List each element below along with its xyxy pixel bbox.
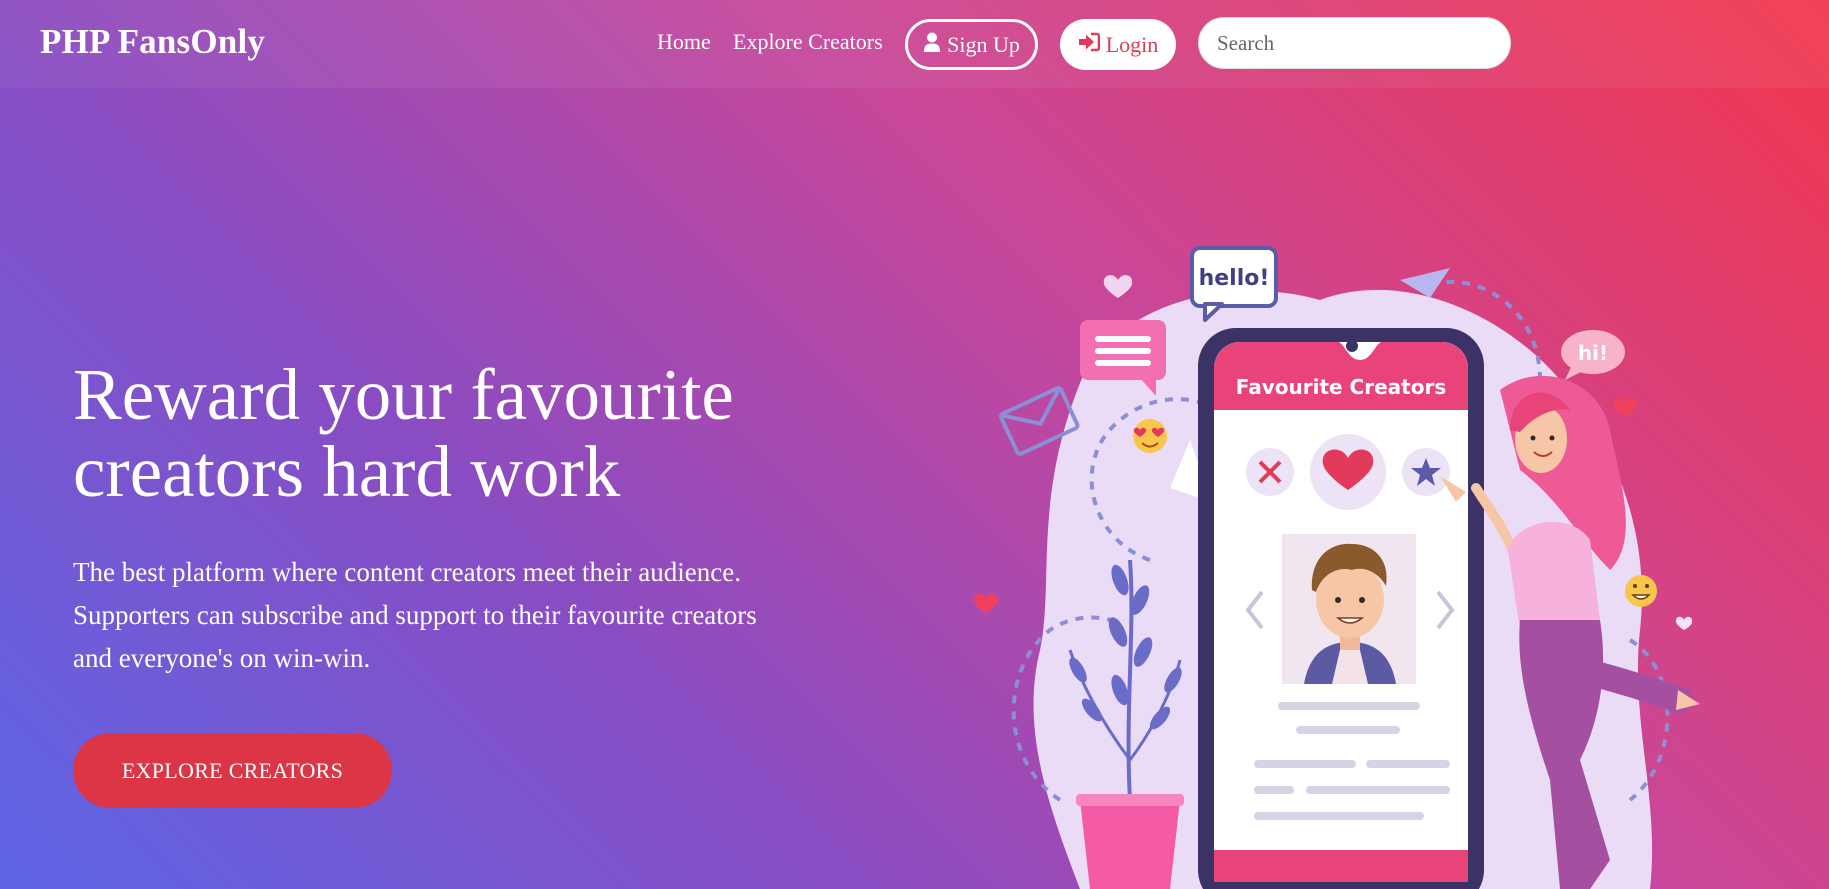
heart-icon [1612, 397, 1638, 417]
hero-subtitle-line-2: Supporters can subscribe and support to … [73, 600, 757, 630]
heart-icon [1675, 616, 1693, 630]
explore-creators-button[interactable]: EXPLORE CREATORS [73, 733, 392, 808]
hero-subtitle-line-3: and everyone's on win-win. [73, 643, 371, 673]
hero-title: Reward your favourite creators hard work [73, 356, 833, 510]
search-input[interactable] [1198, 17, 1511, 69]
hero-illustration-svg: hello! hi! Favourite Creators [973, 246, 1700, 889]
phone-header-title: Favourite Creators [1236, 375, 1446, 399]
creator-avatar [1282, 534, 1416, 684]
sign-in-icon [1078, 32, 1101, 58]
user-icon [923, 32, 941, 58]
nav-link-home[interactable]: Home [657, 29, 711, 55]
hero-title-line-2: creators hard work [73, 431, 621, 512]
login-button[interactable]: Login [1060, 19, 1176, 70]
hero-subtitle: The best platform where content creators… [73, 551, 923, 680]
hello-bubble-text: hello! [1199, 266, 1270, 291]
phone-illustration: Favourite Creators [1198, 328, 1484, 889]
hero-subtitle-line-1: The best platform where content creators… [73, 557, 741, 587]
heart-icon [1103, 275, 1133, 298]
hi-bubble: hi! [1561, 330, 1625, 380]
hi-bubble-text: hi! [1578, 341, 1608, 365]
signup-label: Sign Up [947, 31, 1020, 57]
heart-icon [973, 593, 999, 613]
star-icon [1402, 448, 1450, 496]
brand-logo[interactable]: PHP FansOnly [40, 22, 265, 62]
nav-link-explore-creators[interactable]: Explore Creators [733, 29, 883, 55]
smile-emoji-icon [1625, 575, 1657, 607]
navbar: PHP FansOnly Home Explore Creators Sign … [0, 0, 1829, 88]
heart-eyes-emoji-icon [1133, 419, 1167, 453]
dislike-icon [1246, 448, 1294, 496]
signup-button[interactable]: Sign Up [905, 19, 1038, 70]
hero-title-line-1: Reward your favourite [73, 354, 734, 435]
login-label: Login [1105, 31, 1159, 57]
hero-illustration: hello! hi! Favourite Creators [960, 240, 1720, 889]
like-heart-icon [1310, 434, 1386, 510]
